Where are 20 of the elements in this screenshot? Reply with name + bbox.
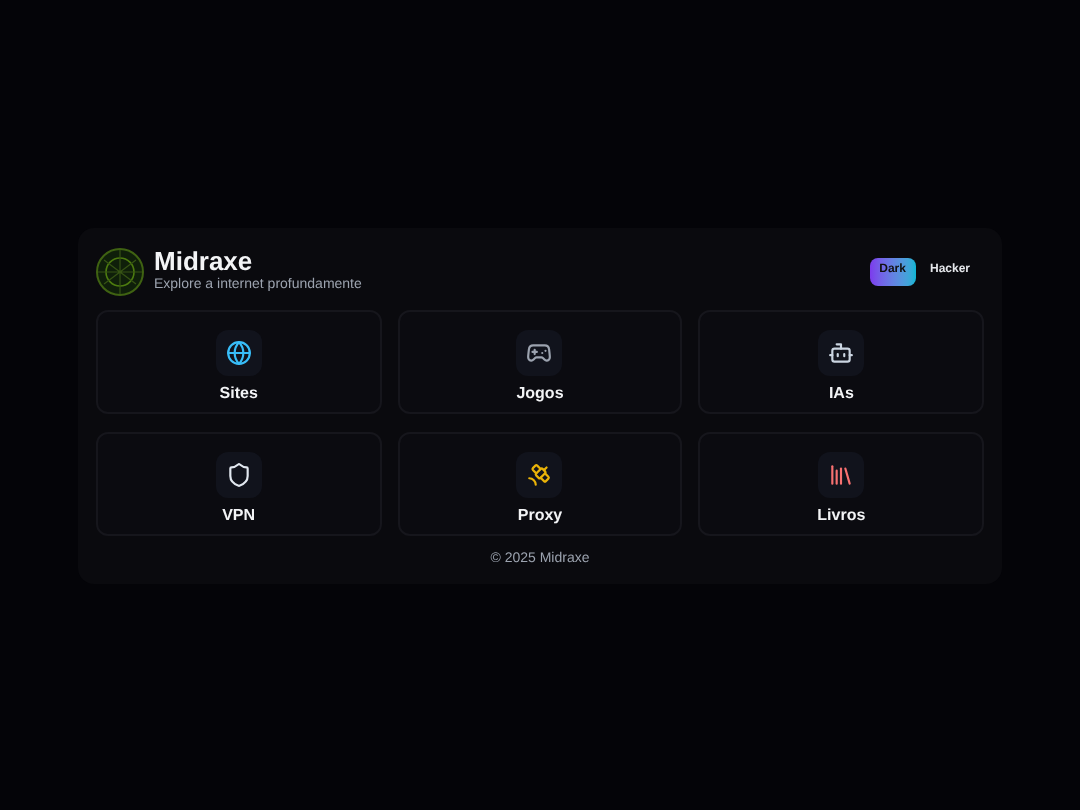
books-icon (818, 451, 865, 497)
shield-icon (215, 451, 262, 497)
category-tile[interactable]: IAs (698, 309, 984, 413)
logo-icon (96, 247, 144, 295)
satellite-icon (516, 451, 563, 497)
site-title: Midraxe (154, 248, 255, 276)
robot-icon (818, 329, 865, 375)
gamepad-icon (516, 329, 563, 375)
globe-icon (215, 329, 262, 375)
tile-label: Sites (219, 381, 258, 405)
tile-label: Livros (817, 503, 866, 527)
tile-label: IAs (828, 381, 854, 405)
category-tile[interactable]: Proxy (397, 431, 683, 535)
tile-label: VPN (222, 503, 256, 527)
category-tile[interactable]: Jogos (397, 309, 683, 413)
category-tile[interactable]: Livros (698, 431, 984, 535)
tile-label: Jogos (516, 381, 564, 405)
tile-label: Proxy (517, 503, 563, 527)
category-tile[interactable]: Sites (96, 309, 382, 413)
category-tile[interactable]: VPN (96, 431, 382, 535)
